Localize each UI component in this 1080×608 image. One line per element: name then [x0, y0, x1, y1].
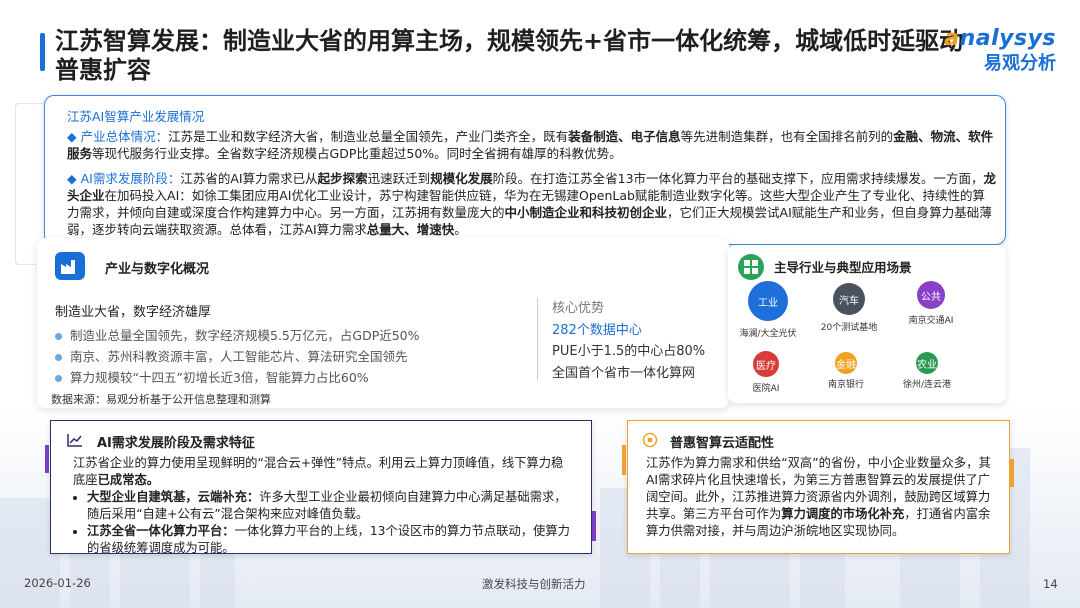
trend-chart-icon [67, 434, 82, 447]
logo-chinese: 易观分析 [984, 53, 1056, 74]
accent-bar [1010, 459, 1014, 487]
page-title: 江苏智算发展：制造业大省的用算主场，规模领先+省市一体化统筹，城域低时延驱动普惠… [55, 27, 964, 84]
overview-paragraph-industry: ◆ 产业总体情况：江苏是工业和数字经济大省，制造业总量全国领先，产业门类齐全，既… [67, 129, 994, 161]
bullet-dot-icon [55, 354, 62, 361]
demand-card: AI需求发展阶段及需求特征 江苏省企业的算力使用呈现鲜明的“混合云+弹性”特点。… [45, 420, 596, 557]
list-item: 江苏全省一体化算力平台：一体化算力平台的上线，13个设区市的算力节点联动，使算力… [87, 523, 573, 557]
scene-label: 南京银行 [827, 380, 865, 390]
factory-icon [55, 252, 85, 280]
page-number: 14 [1043, 577, 1058, 591]
bullet-dot-icon [55, 375, 62, 382]
divider [537, 298, 538, 380]
footer-slogan: 激发科技与创新活力 [482, 577, 586, 591]
industry-headline: 制造业大省，数字经济雄厚 [55, 305, 212, 320]
demand-title: AI需求发展阶段及需求特征 [97, 436, 255, 451]
accent-bar [45, 445, 49, 473]
demand-body: 江苏省企业的算力使用呈现鲜明的“混合云+弹性”特点。利用云上算力顶峰值，线下算力… [73, 455, 573, 557]
scene-circle-public: 公共 [917, 281, 945, 309]
overview-label-demand: ◆ AI需求发展阶段： [67, 171, 181, 186]
core-advantages: 核心优势 282个数据中心 PUE小于1.5的中心占80% 全国首个省市一体化算… [552, 298, 705, 384]
scenes-card: 主导行业与典型应用场景 工业 海澜/大全光伏 汽车 20个测试基地 公共 南京交… [728, 245, 1006, 403]
logo-english: analysys [944, 26, 1056, 51]
scene-label: 南京交通AI [908, 316, 954, 326]
industry-title: 产业与数字化概况 [105, 262, 210, 277]
list-item: 算力规模较“十四五”初增长近3倍，智能算力占比60% [55, 367, 420, 388]
data-source: 数据来源：易观分析基于公开信息整理和测算 [51, 393, 271, 406]
overview-card: 江苏AI智算产业发展情况 ◆ 产业总体情况：江苏是工业和数字经济大省，制造业总量… [44, 95, 1006, 245]
title-accent-bar [40, 33, 45, 71]
list-item: 南京、苏州科教资源丰富，人工智能芯片、算法研究全国领先 [55, 346, 420, 367]
target-icon [642, 432, 658, 448]
list-item: 大型企业自建筑基，云端补充：许多大型工业企业最初倾向自建算力中心满足基础需求，随… [87, 489, 573, 523]
industry-card: 产业与数字化概况 制造业大省，数字经济雄厚 制造业总量全国领先，数字经济规模5.… [37, 238, 729, 408]
scene-label: 徐州/连云港 [902, 380, 952, 390]
accent-bar [622, 445, 626, 475]
core-title: 核心优势 [552, 301, 605, 316]
cloud-card: 普惠智算云适配性 江苏作为算力需求和供给“双高”的省份，中小企业数量众多，其AI… [622, 420, 1014, 554]
scene-label: 医院AI [752, 384, 780, 394]
scene-label: 20个测试基地 [820, 323, 878, 333]
scene-circle-auto: 汽车 [833, 283, 865, 315]
cloud-title: 普惠智算云适配性 [670, 436, 775, 451]
scene-circle-medical: 医疗 [753, 351, 779, 377]
scene-circle-industry: 工业 [748, 281, 788, 321]
overview-label-industry: ◆ 产业总体情况： [67, 129, 169, 144]
core-item: PUE小于1.5的中心占80% [552, 344, 706, 359]
scene-circle-finance: 金融 [835, 352, 857, 374]
grid-icon [738, 254, 764, 280]
brand-logo: analysys 易观分析 [944, 26, 1056, 75]
scene-circle-agriculture: 农业 [916, 352, 938, 374]
scene-label: 海澜/大全光伏 [739, 329, 797, 339]
overview-heading: 江苏AI智算产业发展情况 [67, 109, 205, 124]
cloud-body: 江苏作为算力需求和供给“双高”的省份，中小企业数量众多，其AI需求碎片化且快速增… [646, 456, 991, 538]
core-item: 282个数据中心 [552, 322, 642, 338]
demand-intro: 江苏省企业的算力使用呈现鲜明的“混合云+弹性”特点。利用云上算力顶峰值，线下算力… [73, 456, 564, 487]
core-item: 全国首个省市一体化算网 [552, 365, 696, 381]
accent-bar [592, 511, 596, 541]
list-item: 制造业总量全国领先，数字经济规模5.5万亿元，占GDP近50% [55, 325, 420, 346]
footer-date: 2026-01-26 [24, 576, 91, 590]
scenes-title: 主导行业与典型应用场景 [774, 260, 912, 275]
bullet-dot-icon [55, 333, 62, 340]
industry-bullets: 制造业总量全国领先，数字经济规模5.5万亿元，占GDP近50% 南京、苏州科教资… [55, 325, 420, 388]
overview-paragraph-demand: ◆ AI需求发展阶段：江苏省的AI算力需求已从起步探索迅速跃迁到规模化发展阶段。… [67, 171, 997, 237]
